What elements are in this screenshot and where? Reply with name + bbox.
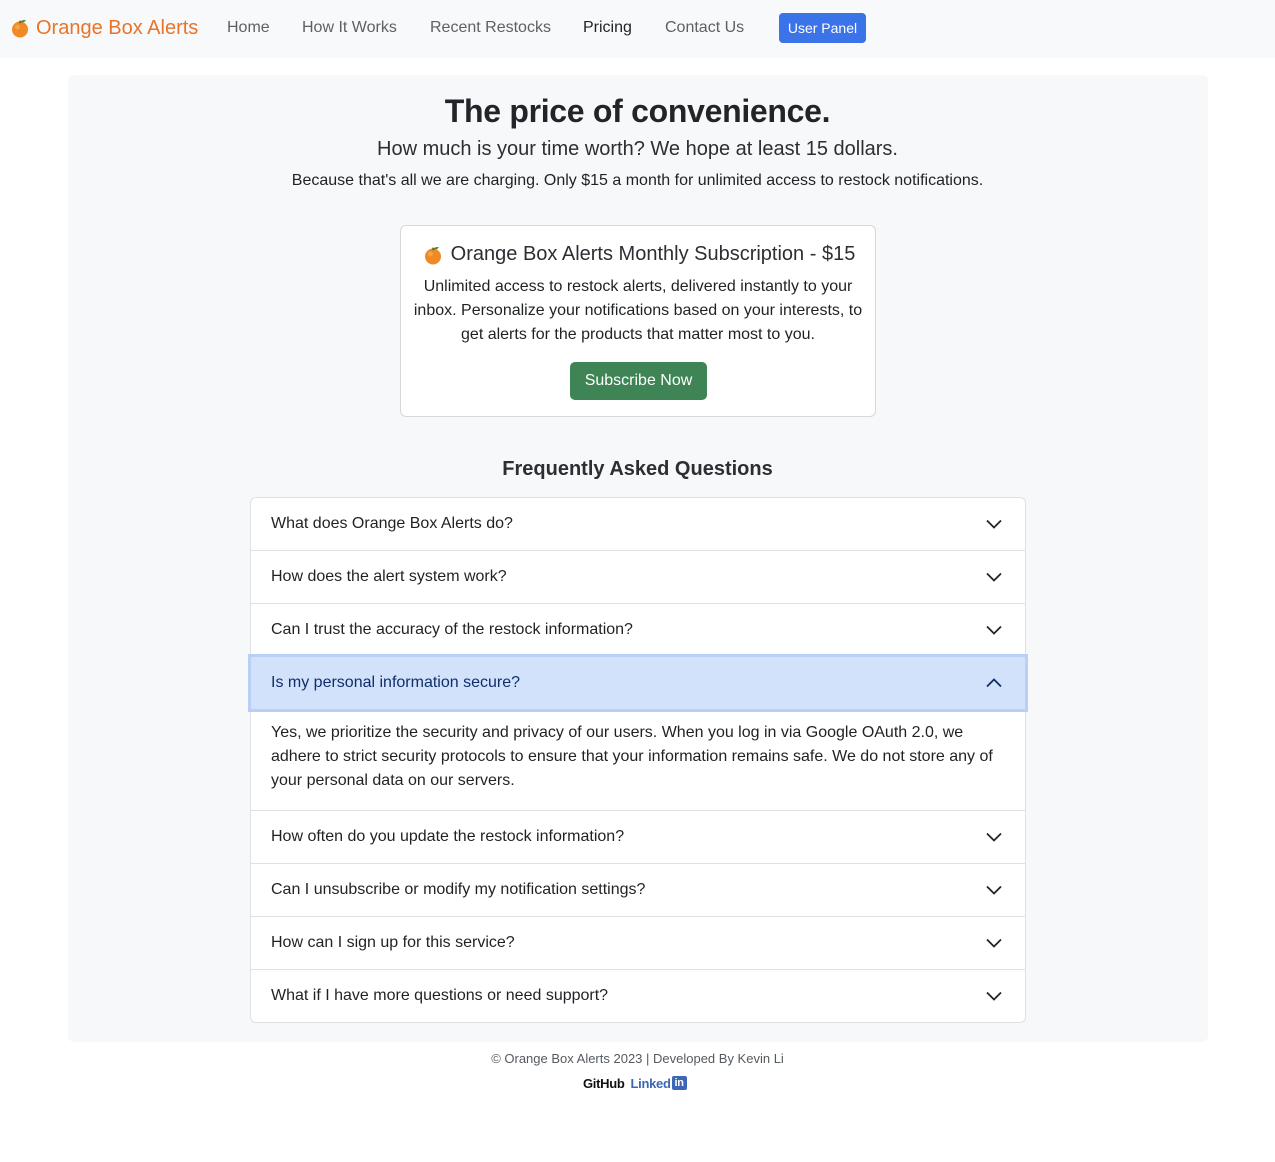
linkedin-logo-link[interactable]: Linked in (631, 1076, 687, 1091)
subscription-description: Unlimited access to restock alerts, deli… (413, 278, 863, 343)
navbar: Orange Box Alerts Home How It Works Rece… (0, 0, 1275, 58)
faq-question-button[interactable]: What does Orange Box Alerts do? (251, 498, 1025, 550)
faq-question-button[interactable]: How does the alert system work? (251, 551, 1025, 603)
faq-item: What does Orange Box Alerts do? (251, 498, 1025, 550)
faq-question: How often do you update the restock info… (271, 828, 625, 845)
faq-question: How does the alert system work? (271, 568, 507, 585)
faq-item: How often do you update the restock info… (251, 810, 1025, 863)
faq-question: How can I sign up for this service? (271, 934, 515, 951)
page-subtitle: How much is your time worth? We hope at … (377, 138, 898, 160)
nav-link-contact-us[interactable]: Contact Us (665, 18, 744, 38)
faq-item: Can I trust the accuracy of the restock … (251, 603, 1025, 656)
chevron-down-icon (985, 829, 1003, 845)
github-logo-link[interactable]: GitHub (583, 1076, 625, 1091)
page-title: The price of convenience. (444, 93, 831, 129)
faq-item: How can I sign up for this service? (251, 916, 1025, 969)
subscription-title-text: Orange Box Alerts Monthly Subscription -… (450, 243, 856, 265)
user-panel-button[interactable]: User Panel (779, 13, 866, 43)
faq-question: What does Orange Box Alerts do? (271, 515, 513, 532)
faq-item-expanded: Is my personal information secure? Yes, … (251, 656, 1025, 810)
linkedin-logo-text: Linked (630, 1075, 671, 1091)
brand-name: Orange Box Alerts (36, 16, 199, 39)
brand-link[interactable]: Orange Box Alerts (10, 14, 198, 42)
faq-question-button[interactable]: How often do you update the restock info… (251, 811, 1025, 863)
faq-answer: Yes, we prioritize the security and priv… (271, 724, 993, 789)
faq-question: Can I trust the accuracy of the restock … (271, 621, 633, 638)
footer-copyright: © Orange Box Alerts 2023 | Developed By … (491, 1051, 784, 1066)
chevron-down-icon (985, 622, 1003, 638)
chevron-down-icon (985, 935, 1003, 951)
faq-question: Is my personal information secure? (271, 674, 520, 691)
chevron-up-icon (985, 675, 1003, 691)
nav-link-recent-restocks[interactable]: Recent Restocks (430, 18, 551, 38)
faq-question-button[interactable]: How can I sign up for this service? (251, 917, 1025, 969)
faq-accordion: What does Orange Box Alerts do? How does… (250, 497, 1026, 1023)
pricing-note: Because that's all we are charging. Only… (291, 172, 984, 189)
orange-fruit-icon (10, 18, 30, 38)
chevron-down-icon (985, 516, 1003, 532)
chevron-down-icon (985, 569, 1003, 585)
faq-item: What if I have more questions or need su… (251, 969, 1025, 1022)
faq-title: Frequently Asked Questions (502, 458, 773, 480)
faq-item: Can I unsubscribe or modify my notificat… (251, 863, 1025, 916)
faq-question-button[interactable]: Can I trust the accuracy of the restock … (251, 604, 1025, 656)
faq-question-button[interactable]: What if I have more questions or need su… (251, 970, 1025, 1022)
faq-question-button[interactable]: Can I unsubscribe or modify my notificat… (251, 864, 1025, 916)
subscription-card: Orange Box Alerts Monthly Subscription -… (400, 225, 876, 417)
chevron-down-icon (985, 988, 1003, 1004)
nav-link-home[interactable]: Home (227, 18, 270, 38)
nav-link-pricing[interactable]: Pricing (583, 18, 632, 38)
subscribe-button[interactable]: Subscribe Now (570, 362, 707, 400)
faq-item: How does the alert system work? (251, 550, 1025, 603)
faq-question: Can I unsubscribe or modify my notificat… (271, 881, 646, 898)
subscription-title: Orange Box Alerts Monthly Subscription -… (401, 243, 877, 266)
nav-link-how-it-works[interactable]: How It Works (302, 18, 397, 38)
faq-question-button[interactable]: Is my personal information secure? (251, 657, 1025, 709)
chevron-down-icon (985, 882, 1003, 898)
linkedin-icon: in (671, 1076, 687, 1090)
faq-question: What if I have more questions or need su… (271, 987, 609, 1004)
orange-fruit-icon (423, 245, 443, 265)
footer-social-links: GitHub Linked in (583, 1074, 687, 1092)
